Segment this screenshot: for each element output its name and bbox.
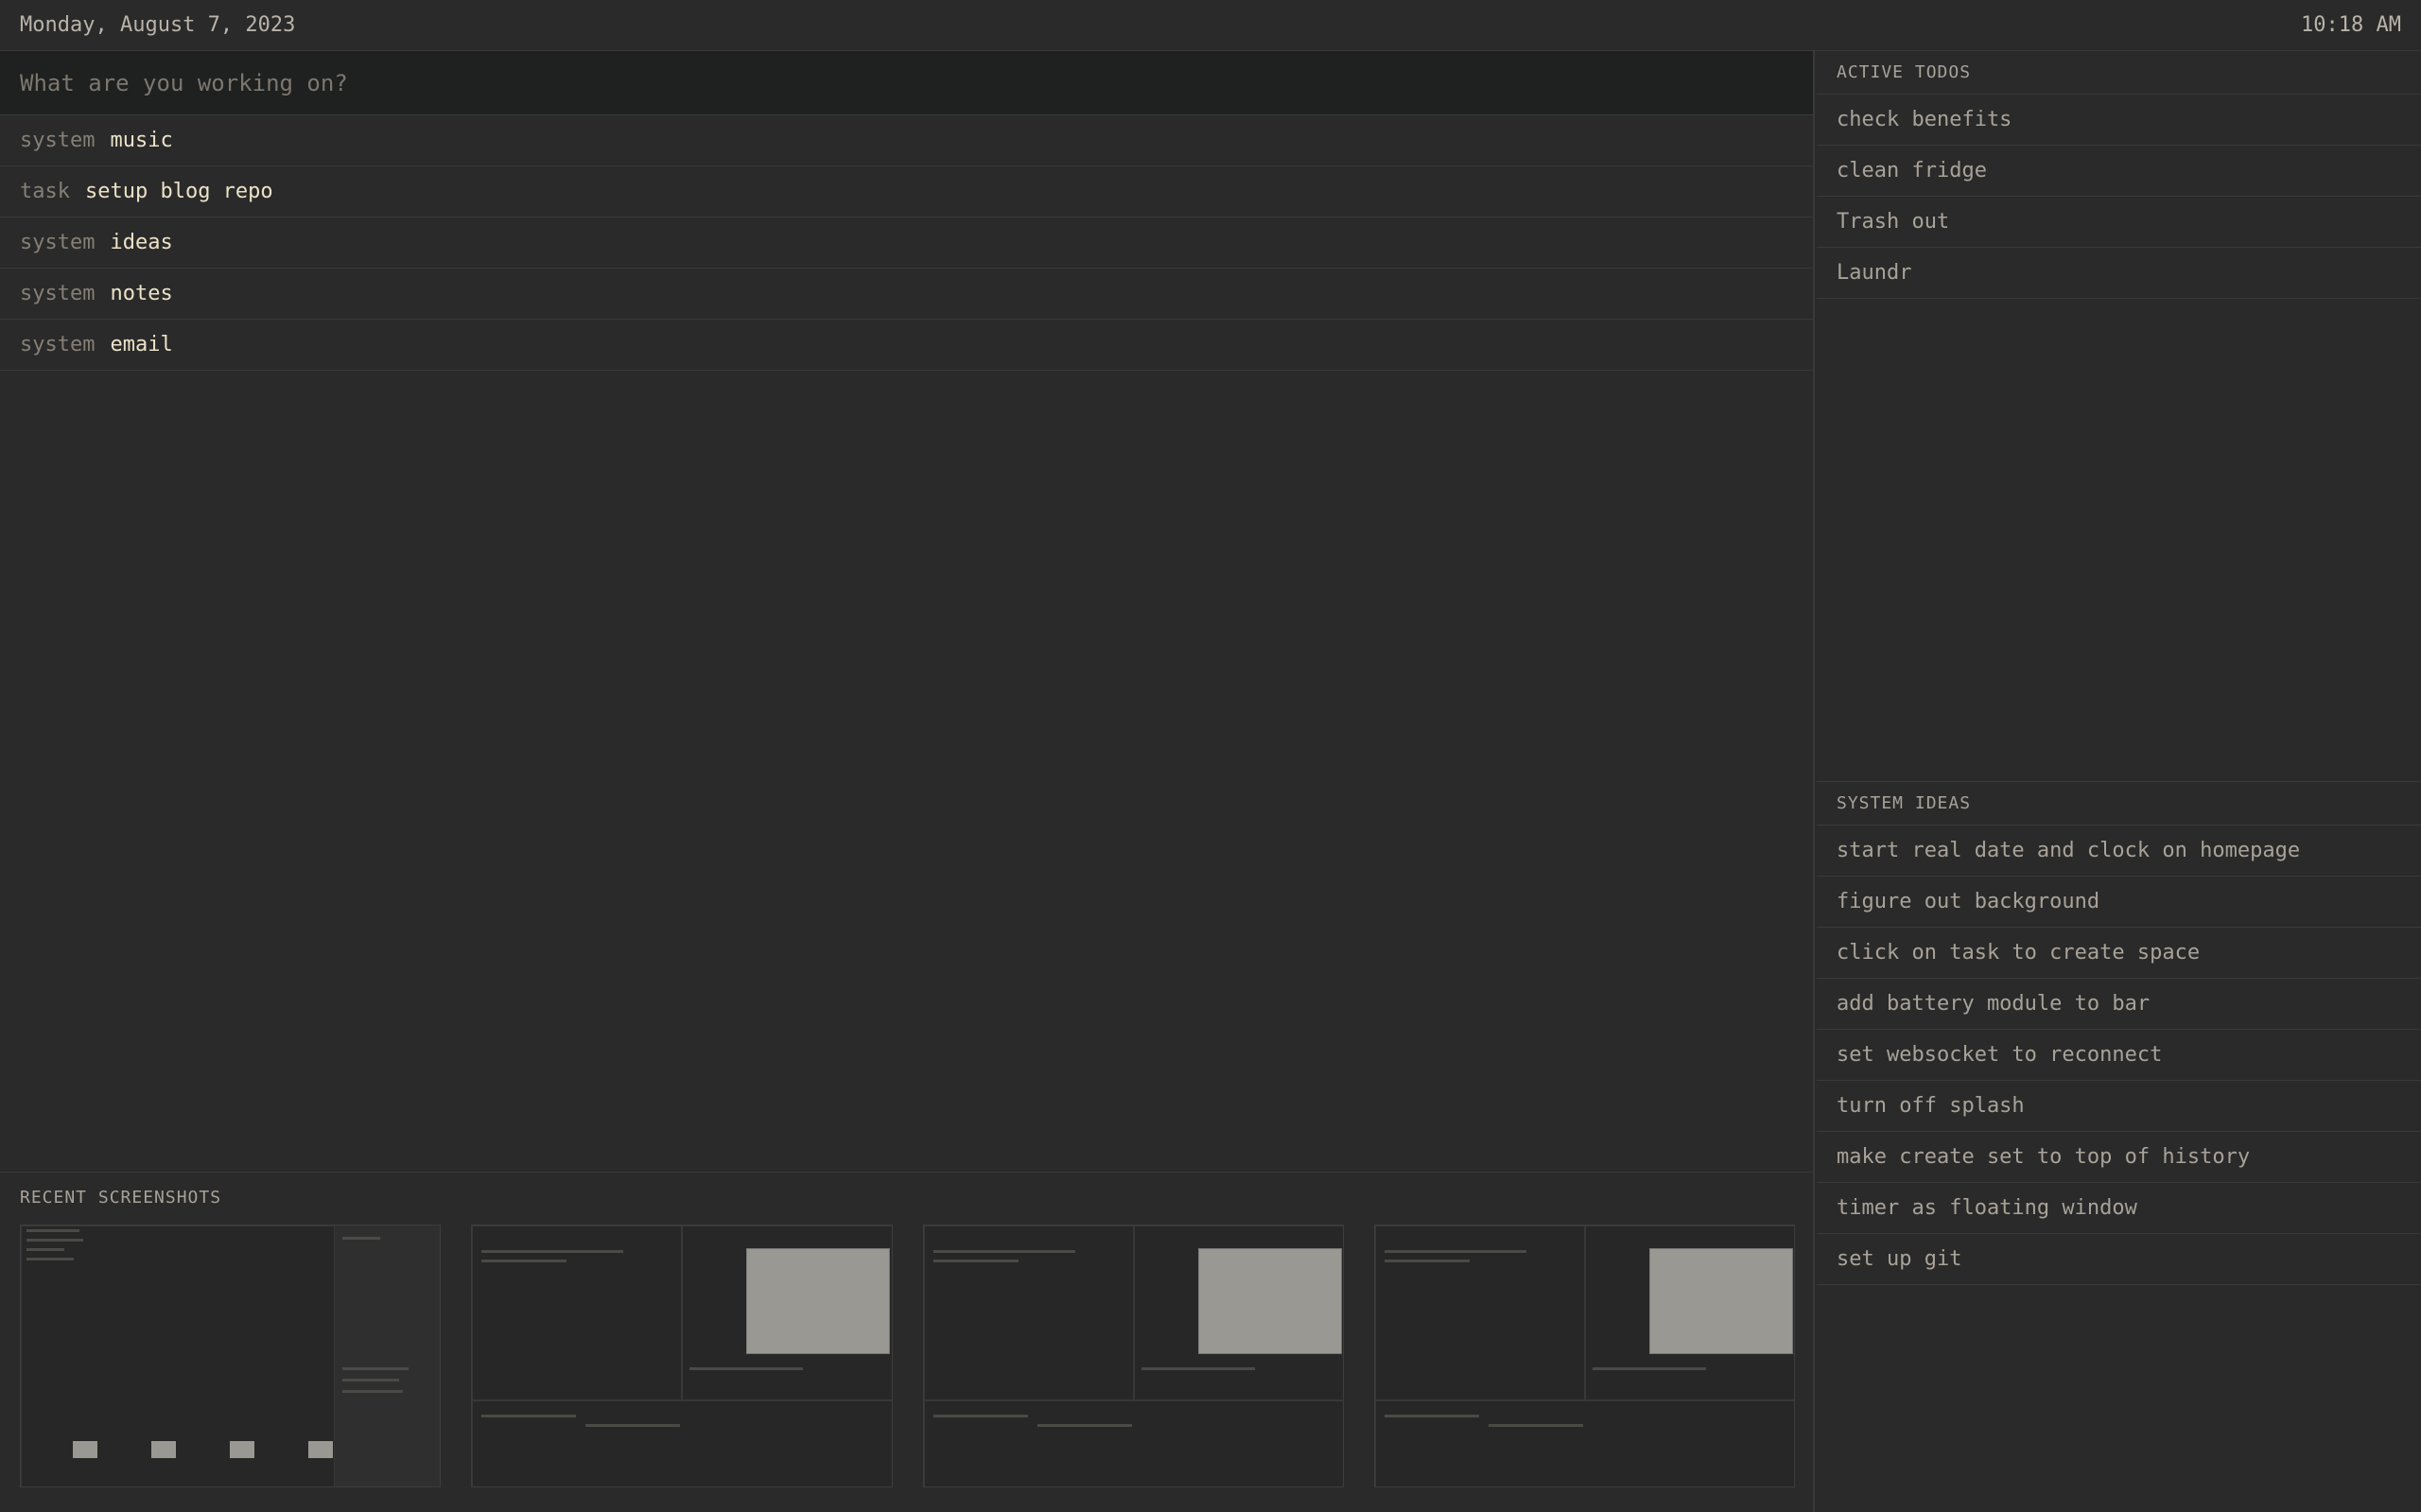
thumb-block [73,1441,97,1458]
idea-item[interactable]: click on task to create space [1817,928,2421,979]
idea-item[interactable]: set up git [1817,1234,2421,1285]
screenshot-thumbnails [0,1225,1815,1487]
idea-item[interactable]: turn off splash [1817,1081,2421,1132]
screenshot-thumbnail[interactable] [471,1225,893,1487]
thumb-line [689,1367,804,1370]
thumb-pane [472,1400,892,1486]
screenshot-thumbnail[interactable] [20,1225,442,1487]
thumb-pane [923,1400,1343,1486]
thumb-line [1141,1367,1255,1370]
thumb-line [1488,1424,1583,1427]
thumb-dialog [1197,1248,1342,1354]
idea-item[interactable]: timer as floating window [1817,1183,2421,1234]
history-item-name: music [110,129,173,152]
history-item[interactable]: system email [0,320,1813,371]
history-item-kind: system [20,333,96,356]
history-item-kind: system [20,129,96,152]
thumb-line [1384,1415,1479,1417]
search-input[interactable] [20,69,1793,96]
thumb-line [342,1367,409,1370]
thumb-line [26,1248,64,1251]
main-panel: system music task setup blog repo system… [0,51,1815,1512]
active-todos-title: ACTIVE TODOS [1817,51,2421,95]
idea-item[interactable]: set websocket to reconnect [1817,1030,2421,1081]
search-bar [0,51,1813,115]
thumb-line [1384,1250,1526,1253]
idea-item[interactable]: start real date and clock on homepage [1817,826,2421,877]
thumb-pane [21,1225,335,1486]
thumb-line [26,1229,79,1232]
thumb-line [932,1250,1075,1253]
thumb-pane [1374,1400,1794,1486]
thumb-line [342,1390,403,1393]
thumb-line [932,1415,1028,1417]
clock-display: 10:18 AM [2301,13,2401,37]
idea-item[interactable]: make create set to top of history [1817,1132,2421,1183]
thumb-line [1592,1367,1706,1370]
history-item-kind: system [20,282,96,305]
thumb-line [26,1239,83,1242]
top-bar: Monday, August 7, 2023 10:18 AM [0,0,2421,51]
screenshot-thumbnail[interactable] [922,1225,1344,1487]
todo-item[interactable]: Trash out [1817,197,2421,248]
thumb-line [1036,1424,1132,1427]
thumb-line [342,1379,399,1382]
history-list: system music task setup blog repo system… [0,115,1813,371]
history-item-kind: task [20,180,70,203]
thumb-line [481,1250,624,1253]
idea-item[interactable]: figure out background [1817,877,2421,928]
thumb-block [308,1441,333,1458]
thumb-line [932,1260,1019,1262]
history-item[interactable]: task setup blog repo [0,166,1813,217]
thumb-line [481,1260,567,1262]
screenshot-thumbnail[interactable] [1373,1225,1795,1487]
thumb-block [230,1441,254,1458]
thumb-dialog [1648,1248,1793,1354]
thumb-dialog [746,1248,891,1354]
idea-item[interactable]: add battery module to bar [1817,979,2421,1030]
thumb-line [1384,1260,1470,1262]
history-item[interactable]: system ideas [0,217,1813,269]
todo-item[interactable]: clean fridge [1817,146,2421,197]
thumb-line [585,1424,681,1427]
history-item-name: ideas [110,231,173,254]
active-todos-section: ACTIVE TODOS check benefits clean fridge… [1817,51,2421,782]
history-item-name: email [110,333,173,356]
history-item[interactable]: system notes [0,269,1813,320]
system-ideas-section: SYSTEM IDEAS start real date and clock o… [1817,782,2421,1285]
thumb-line [481,1415,577,1417]
thumb-line [26,1258,74,1260]
todo-item[interactable]: check benefits [1817,95,2421,146]
sidebar: ACTIVE TODOS check benefits clean fridge… [1817,51,2421,1512]
history-item[interactable]: system music [0,115,1813,166]
history-item-kind: system [20,231,96,254]
system-ideas-title: SYSTEM IDEAS [1817,782,2421,826]
thumb-line [342,1237,380,1240]
recent-screenshots-title: RECENT SCREENSHOTS [20,1188,222,1208]
history-item-name: notes [110,282,173,305]
history-item-name: setup blog repo [84,180,273,203]
thumb-block [151,1441,176,1458]
date-display: Monday, August 7, 2023 [20,13,296,37]
todo-item[interactable]: Laundr [1817,248,2421,299]
recent-screenshots-section: RECENT SCREENSHOTS [0,1172,1815,1512]
